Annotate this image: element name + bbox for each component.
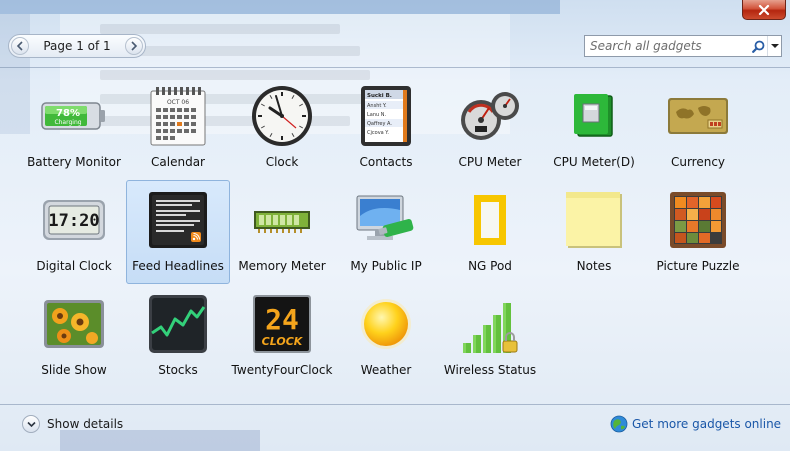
search-box[interactable]: Search all gadgets <box>584 35 782 57</box>
previous-page-button[interactable] <box>11 37 29 55</box>
get-more-gadgets-label[interactable]: Get more gadgets online <box>632 417 781 431</box>
notes-icon <box>559 187 629 253</box>
twentyfour-word: CLOCK <box>262 335 304 348</box>
gadget-label: Calendar <box>151 155 205 169</box>
gadget-tile[interactable]: OCT 06 Calendar <box>126 76 230 180</box>
gadget-label: Digital Clock <box>36 259 112 273</box>
contacts-icon: Sucki B. Ansht Y. Lanu N. Qaffrey A. Cjc… <box>351 83 421 149</box>
contacts-header: Sucki B. <box>367 93 392 99</box>
search-icon[interactable] <box>749 36 767 56</box>
gadget-tile[interactable]: Clock <box>230 76 334 180</box>
gadget-label: Feed Headlines <box>132 259 224 273</box>
wireless-status-icon <box>455 291 525 357</box>
contacts-entry: Ansht Y. <box>367 103 387 109</box>
gadget-label: Picture Puzzle <box>656 259 740 273</box>
chevron-left-icon <box>16 41 23 51</box>
contacts-entry: Qaffrey A. <box>367 121 392 127</box>
close-x-icon <box>758 4 770 15</box>
gadget-label: Battery Monitor <box>27 155 121 169</box>
gadget-label: TwentyFourClock <box>231 363 333 377</box>
stocks-icon <box>143 291 213 357</box>
chevron-right-icon <box>131 41 138 51</box>
gadget-tile[interactable]: My Public IP <box>334 180 438 284</box>
gadget-label: Notes <box>576 259 612 273</box>
search-input[interactable]: Search all gadgets <box>585 39 749 53</box>
chevron-down-icon <box>770 44 779 48</box>
gadget-tile[interactable]: Memory Meter <box>230 180 334 284</box>
battery-icon: 78% Charging <box>39 83 109 149</box>
gadget-tile[interactable]: Currency <box>646 76 750 180</box>
weather-icon <box>351 291 421 357</box>
contacts-entry: Lanu N. <box>367 112 387 118</box>
gadget-label: NG Pod <box>468 259 512 273</box>
cpu-chip-icon <box>559 83 629 149</box>
public-ip-icon <box>351 187 421 253</box>
gadget-label: Weather <box>360 363 412 377</box>
memory-meter-icon <box>247 187 317 253</box>
gadget-tile[interactable]: Stocks <box>126 284 230 388</box>
gadget-tile[interactable]: CPU Meter(D) <box>542 76 646 180</box>
gadget-tile[interactable]: Slide Show <box>22 284 126 388</box>
gadget-label: CPU Meter <box>458 155 522 169</box>
gadget-tile[interactable]: Wireless Status <box>438 284 542 388</box>
gadget-tile[interactable]: CPU Meter <box>438 76 542 180</box>
gallery-toolbar: Page 1 of 1 Search all gadgets <box>0 24 790 68</box>
digital-time: 17:20 <box>48 211 99 231</box>
gadget-label: Currency <box>670 155 726 169</box>
search-dropdown-button[interactable] <box>767 36 781 56</box>
chevron-down-circle-icon[interactable] <box>22 415 40 433</box>
page-navigator: Page 1 of 1 <box>8 34 146 58</box>
close-button[interactable] <box>742 0 786 20</box>
picture-puzzle-icon <box>663 187 733 253</box>
twentyfour-number: 24 <box>265 303 299 336</box>
calendar-icon: OCT 06 <box>143 83 213 149</box>
currency-icon <box>663 83 733 149</box>
battery-percent: 78% <box>56 108 80 119</box>
next-page-button[interactable] <box>125 37 143 55</box>
gadget-tile[interactable]: Sucki B. Ansht Y. Lanu N. Qaffrey A. Cjc… <box>334 76 438 180</box>
calendar-month: OCT 06 <box>167 99 189 106</box>
ng-pod-icon <box>455 187 525 253</box>
battery-status: Charging <box>54 119 81 126</box>
gallery-footer: Show details Get more gadgets online <box>0 404 790 451</box>
cpu-meter-icon <box>455 83 525 149</box>
gadget-tile[interactable]: 24 CLOCK TwentyFourClock <box>230 284 334 388</box>
gadget-tile[interactable]: 17:20 Digital Clock <box>22 180 126 284</box>
clock-icon <box>247 83 317 149</box>
gadget-label: Clock <box>265 155 299 169</box>
gadget-label: My Public IP <box>350 259 422 273</box>
gadget-label: Memory Meter <box>238 259 326 273</box>
twentyfour-clock-icon: 24 CLOCK <box>247 291 317 357</box>
slide-show-icon <box>39 291 109 357</box>
gadget-tile[interactable]: Picture Puzzle <box>646 180 750 284</box>
gadget-tile-selected[interactable]: Feed Headlines <box>126 180 230 284</box>
gadget-tile[interactable]: 78% Charging Battery Monitor <box>22 76 126 180</box>
show-details-label[interactable]: Show details <box>47 417 123 431</box>
gadget-label: Contacts <box>359 155 413 169</box>
gadget-label: Slide Show <box>41 363 107 377</box>
feed-headlines-icon <box>143 187 213 253</box>
gadget-label: CPU Meter(D) <box>553 155 635 169</box>
gadget-tile[interactable]: NG Pod <box>438 180 542 284</box>
get-more-gadgets-link[interactable]: Get more gadgets online <box>610 415 781 433</box>
globe-icon <box>610 415 628 433</box>
gadget-tile[interactable]: Weather <box>334 284 438 388</box>
digital-clock-icon: 17:20 <box>39 187 109 253</box>
page-indicator: Page 1 of 1 <box>43 39 111 53</box>
show-details-toggle[interactable]: Show details <box>22 415 123 433</box>
gadget-label: Stocks <box>158 363 198 377</box>
gadget-tile[interactable]: Notes <box>542 180 646 284</box>
gadget-label: Wireless Status <box>443 363 537 377</box>
contacts-entry: Cjcova Y. <box>367 130 389 136</box>
